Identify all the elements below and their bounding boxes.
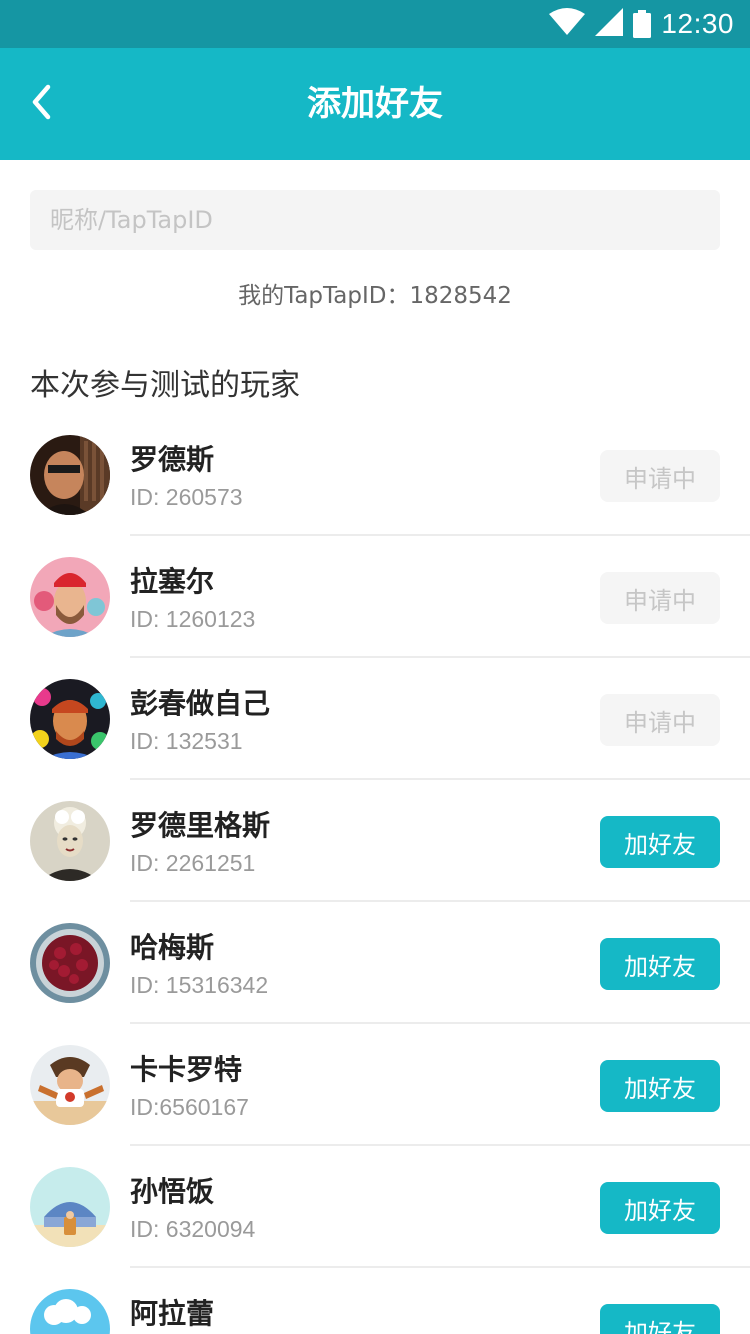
add-friend-button[interactable]: 加好友 xyxy=(600,1304,720,1334)
player-list: 罗德斯 ID: 260573 申请中 拉塞尔 ID: 1260123 申请中 彭… xyxy=(0,414,750,1334)
player-name: 罗德里格斯 xyxy=(130,809,271,842)
add-friend-button[interactable]: 加好友 xyxy=(600,938,720,990)
app-bar: 添加好友 xyxy=(0,48,750,160)
avatar[interactable] xyxy=(30,557,110,637)
avatar[interactable] xyxy=(30,679,110,759)
player-id: ID: 2261251 xyxy=(130,850,256,876)
player-id: ID: 132531 xyxy=(130,728,243,754)
list-item[interactable]: 阿拉蕾 加好友 xyxy=(0,1268,750,1334)
status-icons: 12:30 xyxy=(549,0,734,48)
wifi-icon xyxy=(549,8,586,40)
avatar[interactable] xyxy=(30,435,110,515)
avatar[interactable] xyxy=(30,801,110,881)
avatar[interactable] xyxy=(30,923,110,1003)
list-item[interactable]: 拉塞尔 ID: 1260123 申请中 xyxy=(0,536,750,658)
add-friend-button[interactable]: 加好友 xyxy=(600,816,720,868)
player-name: 阿拉蕾 xyxy=(130,1297,215,1330)
request-pending-button[interactable]: 申请中 xyxy=(600,450,720,502)
player-id: ID: 15316342 xyxy=(130,972,269,998)
search-input[interactable] xyxy=(30,190,720,250)
avatar[interactable] xyxy=(30,1289,110,1334)
list-item[interactable]: 卡卡罗特 ID:6560167 加好友 xyxy=(0,1024,750,1146)
player-id: ID: 260573 xyxy=(130,484,243,510)
player-id: ID:6560167 xyxy=(130,1094,249,1120)
player-id: ID: 6320094 xyxy=(130,1216,256,1242)
request-pending-button[interactable]: 申请中 xyxy=(600,572,720,624)
player-name: 罗德斯 xyxy=(130,443,215,476)
player-name: 拉塞尔 xyxy=(130,565,215,598)
my-taptap-id: 我的TapTapID：1828542 xyxy=(238,283,512,309)
player-name: 卡卡罗特 xyxy=(130,1053,243,1086)
list-item[interactable]: 哈梅斯 ID: 15316342 加好友 xyxy=(0,902,750,1024)
list-item[interactable]: 孙悟饭 ID: 6320094 加好友 xyxy=(0,1146,750,1268)
section-title: 本次参与测试的玩家 xyxy=(30,368,300,403)
status-time: 12:30 xyxy=(661,8,734,39)
add-friend-button[interactable]: 加好友 xyxy=(600,1182,720,1234)
avatar[interactable] xyxy=(30,1045,110,1125)
cellular-signal-icon xyxy=(595,8,624,40)
list-item[interactable]: 罗德斯 ID: 260573 申请中 xyxy=(0,414,750,536)
status-bar: 12:30 xyxy=(0,0,750,48)
player-name: 彭春做自己 xyxy=(130,687,271,720)
avatar[interactable] xyxy=(30,1167,110,1247)
player-name: 孙悟饭 xyxy=(130,1175,215,1208)
player-name: 哈梅斯 xyxy=(130,931,215,964)
request-pending-button[interactable]: 申请中 xyxy=(600,694,720,746)
add-friend-button[interactable]: 加好友 xyxy=(600,1060,720,1112)
player-id: ID: 1260123 xyxy=(130,606,256,632)
battery-icon xyxy=(633,10,652,38)
page-title: 添加好友 xyxy=(307,84,443,124)
list-item[interactable]: 罗德里格斯 ID: 2261251 加好友 xyxy=(0,780,750,902)
list-item[interactable]: 彭春做自己 ID: 132531 申请中 xyxy=(0,658,750,780)
